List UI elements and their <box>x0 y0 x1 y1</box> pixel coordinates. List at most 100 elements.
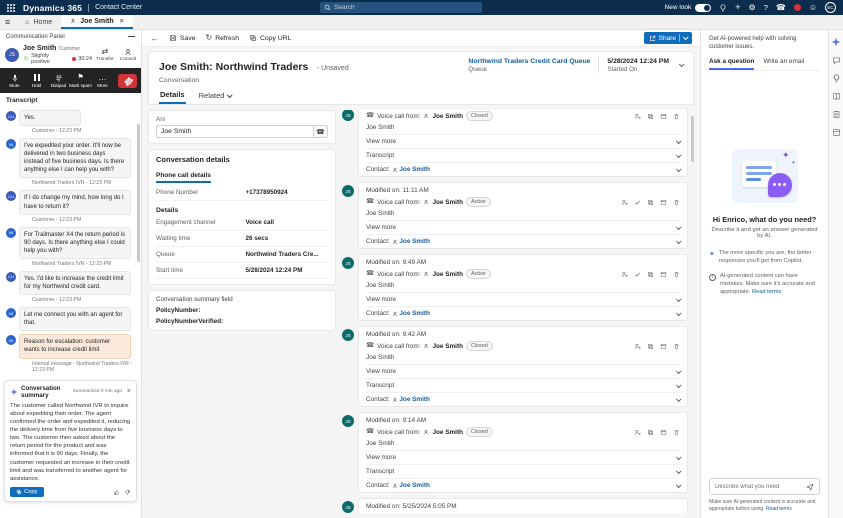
timeline-card[interactable]: Modified on: 9:14 AM ☎ Voice call from: … <box>358 412 688 493</box>
delete-icon[interactable] <box>673 271 680 278</box>
timeline-expander-row[interactable]: View more <box>366 220 682 234</box>
assign-icon[interactable] <box>621 199 628 206</box>
timeline-expander-row[interactable]: Transcript <box>366 464 682 478</box>
copilot-tab-write-an-email[interactable]: Write an email <box>763 56 804 70</box>
close-activity-icon[interactable] <box>634 199 641 206</box>
open-record-icon[interactable] <box>647 343 654 350</box>
timeline-expander-row[interactable]: View more <box>366 134 682 148</box>
assign-icon[interactable] <box>634 343 641 350</box>
open-record-icon[interactable] <box>647 271 654 278</box>
open-record-icon[interactable] <box>647 113 654 120</box>
activity-person-link[interactable]: Joe Smith <box>432 113 463 120</box>
close-tab-icon[interactable]: × <box>120 18 124 25</box>
contact-link[interactable]: Joe Smith <box>399 166 430 173</box>
tab-related[interactable]: Related <box>198 88 234 104</box>
contact-link[interactable]: Joe Smith <box>399 310 430 317</box>
transcript-scrollbar[interactable] <box>137 124 140 262</box>
cards-icon[interactable] <box>832 128 841 137</box>
app-name[interactable]: Contact Center <box>95 4 142 11</box>
chat-icon[interactable] <box>832 56 841 65</box>
hamburger-menu-icon[interactable]: ≡ <box>5 17 10 27</box>
timeline-card[interactable]: Modified on: 9:49 AM ☎ Voice call from: … <box>358 254 688 321</box>
transfer-button[interactable]: ⇄ Transfer <box>96 48 114 63</box>
transcript-list[interactable]: CU Yes. Customer - 12:23 PM NI I've expe… <box>0 106 141 375</box>
save-button[interactable]: Save <box>169 34 196 42</box>
app-launcher-waffle-icon[interactable] <box>7 3 15 12</box>
timeline-card[interactable]: Modified on: 5/25/2024 5:05 PM ☎ Voice c… <box>358 498 688 513</box>
activity-person-link[interactable]: Joe Smith <box>432 429 463 436</box>
assign-icon[interactable] <box>621 271 628 278</box>
lightbulb-icon[interactable] <box>832 74 841 83</box>
open-record-icon[interactable] <box>647 199 654 206</box>
copilot-tab-ask-a-question[interactable]: Ask a question <box>709 56 755 70</box>
timeline-expander-row[interactable]: Contact: Joe Smith <box>366 162 682 176</box>
copilot-prompt-input[interactable] <box>715 483 803 490</box>
delete-icon[interactable] <box>673 199 680 206</box>
end-call-button[interactable]: ☎ <box>118 73 137 88</box>
timeline-expander-row[interactable]: Transcript <box>366 148 682 162</box>
activity-person-link[interactable]: Joe Smith <box>432 199 463 206</box>
recording-dot-icon[interactable] <box>793 4 801 11</box>
brand-logo[interactable]: Dynamics 365 <box>23 3 82 13</box>
activity-person-link[interactable]: Joe Smith <box>432 271 463 278</box>
contact-link[interactable]: Joe Smith <box>399 482 430 489</box>
activity-person-link[interactable]: Joe Smith <box>432 343 463 350</box>
consult-button[interactable]: Consult <box>120 48 136 62</box>
mute-button[interactable]: Mute <box>4 73 25 88</box>
timeline-scrollbar[interactable] <box>690 110 694 513</box>
share-button[interactable]: Share <box>643 32 692 44</box>
timeline-expander-row[interactable]: View more <box>366 364 682 378</box>
thumbs-down-icon[interactable] <box>124 489 131 496</box>
timeline-card[interactable]: ☎ Voice call from: Joe Smith Closed Joe … <box>358 110 688 177</box>
open-record-icon[interactable] <box>647 429 654 436</box>
timeline-expander-row[interactable]: Contact: Joe Smith <box>366 478 682 492</box>
clipboard-icon[interactable] <box>832 110 841 119</box>
mark-spam-button[interactable]: ⚑ Mark spam <box>69 73 92 88</box>
global-search-box[interactable] <box>320 2 482 13</box>
delete-icon[interactable] <box>673 343 680 350</box>
window-icon[interactable] <box>660 429 667 436</box>
queue-link[interactable]: Northwind Traders Credit Card Queue <box>468 58 590 65</box>
back-button[interactable]: ← <box>150 33 159 43</box>
header-collapse-chevron-icon[interactable] <box>678 61 685 68</box>
tab-details[interactable]: Details <box>159 88 186 104</box>
window-icon[interactable] <box>660 271 667 278</box>
refresh-button[interactable]: ↻ Refresh <box>206 34 240 42</box>
copilot-prompt-box[interactable] <box>709 478 820 495</box>
settings-gear-icon[interactable]: ⚙ <box>749 3 756 12</box>
add-icon[interactable]: + <box>735 3 740 12</box>
timeline-expander-row[interactable]: Contact: Joe Smith <box>366 234 682 248</box>
window-icon[interactable] <box>660 113 667 120</box>
send-icon[interactable] <box>806 483 814 491</box>
timeline-card[interactable]: Modified on: 9:42 AM ☎ Voice call from: … <box>358 326 688 407</box>
new-look-toggle[interactable]: New look <box>665 3 712 12</box>
delete-icon[interactable] <box>673 429 680 436</box>
copilot-icon[interactable] <box>831 37 841 47</box>
lightbulb-icon[interactable] <box>719 3 727 12</box>
copy-summary-button[interactable]: Copy <box>10 487 44 497</box>
minimize-panel-button[interactable] <box>128 36 135 37</box>
phone-lookup-button[interactable]: ☎ <box>313 125 328 138</box>
help-icon[interactable]: ? <box>764 4 768 12</box>
timeline-expander-row[interactable]: Contact: Joe Smith <box>366 306 682 320</box>
search-input[interactable] <box>334 4 478 11</box>
timeline-card[interactable]: Modified on: 11:11 AM ☎ Voice call from:… <box>358 182 688 249</box>
phone-icon[interactable]: ☎ <box>776 3 786 12</box>
toggle-switch[interactable] <box>695 3 712 12</box>
dialpad-button[interactable]: Dialpad <box>48 73 69 88</box>
ani-input[interactable] <box>156 125 313 138</box>
timeline-expander-row[interactable]: View more <box>366 450 682 464</box>
contact-link[interactable]: Joe Smith <box>399 396 430 403</box>
hold-button[interactable]: Hold <box>26 73 47 88</box>
close-activity-icon[interactable] <box>634 271 641 278</box>
session-tab-joe-smith[interactable]: Joe Smith × <box>61 15 133 29</box>
feedback-smiley-icon[interactable]: ☺ <box>809 3 817 12</box>
timeline-expander-row[interactable]: Contact: Joe Smith <box>366 392 682 406</box>
close-icon[interactable]: × <box>127 388 131 395</box>
delete-icon[interactable] <box>673 113 680 120</box>
assign-icon[interactable] <box>634 429 641 436</box>
thumbs-up-icon[interactable] <box>113 489 120 496</box>
read-terms-link[interactable]: Read terms <box>752 289 781 295</box>
more-button[interactable]: … More <box>92 73 113 88</box>
copy-url-button[interactable]: Copy URL <box>249 34 291 42</box>
